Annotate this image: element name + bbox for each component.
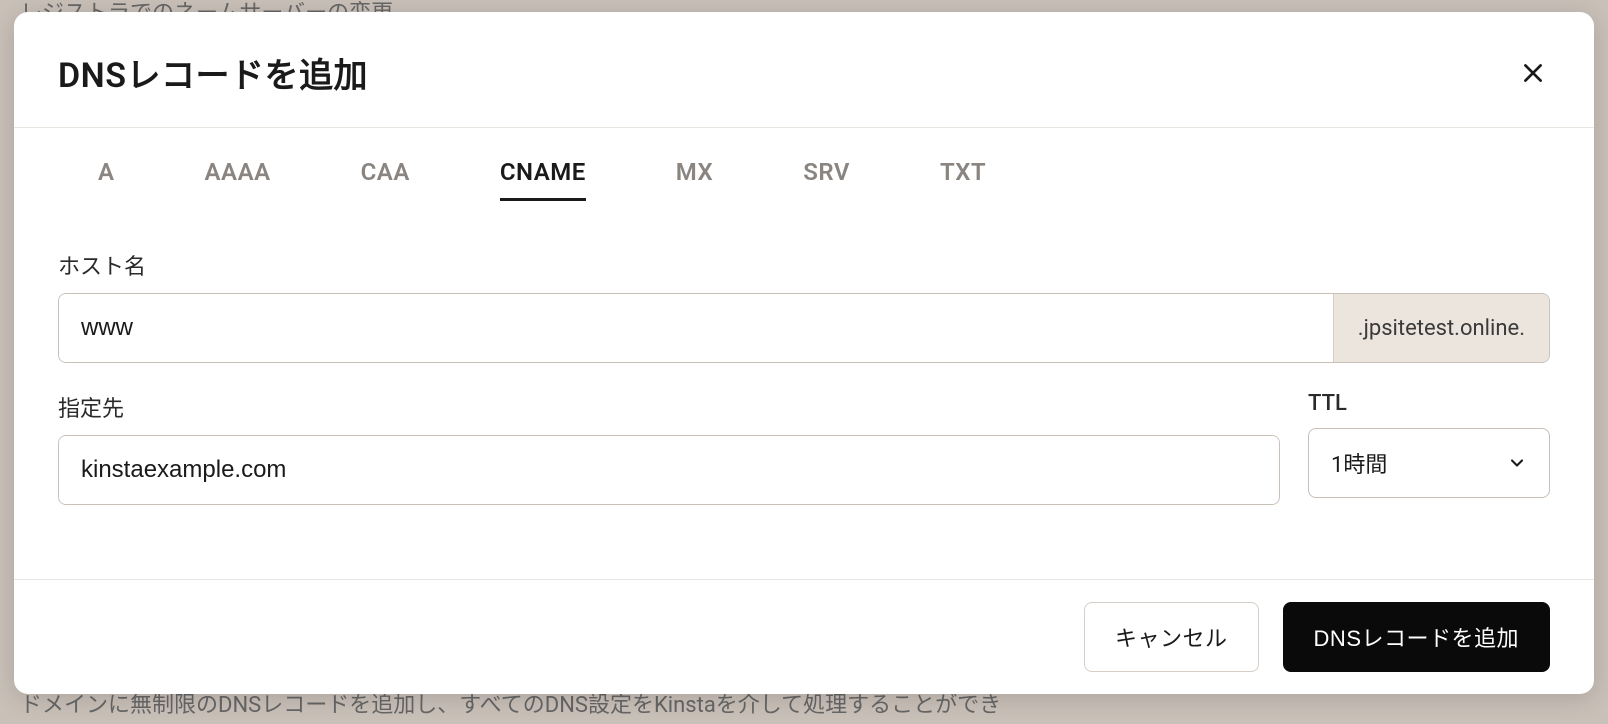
add-dns-record-modal: DNSレコードを追加 A AAAA CAA CNAME MX SRV TXT ホ… — [14, 12, 1594, 694]
ttl-label: TTL — [1308, 391, 1550, 416]
submit-button[interactable]: DNSレコードを追加 — [1283, 602, 1550, 672]
hostname-field-group: ホスト名 .jpsitetest.online. — [58, 249, 1550, 363]
hostname-input[interactable] — [59, 294, 1333, 362]
tab-mx[interactable]: MX — [676, 158, 713, 201]
hostname-input-wrap: .jpsitetest.online. — [58, 293, 1550, 363]
cancel-button[interactable]: キャンセル — [1084, 602, 1259, 672]
tab-cname[interactable]: CNAME — [500, 158, 586, 201]
target-label: 指定先 — [58, 391, 1280, 423]
ttl-select-value: 1時間 — [1331, 447, 1507, 479]
target-input[interactable] — [59, 436, 1279, 504]
modal-footer: キャンセル DNSレコードを追加 — [14, 579, 1594, 694]
tab-a[interactable]: A — [98, 158, 115, 201]
tab-caa[interactable]: CAA — [361, 158, 410, 201]
chevron-down-icon — [1507, 453, 1527, 473]
ttl-select[interactable]: 1時間 — [1308, 428, 1550, 498]
tab-txt[interactable]: TXT — [940, 158, 986, 201]
tab-srv[interactable]: SRV — [803, 158, 850, 201]
target-ttl-row: 指定先 TTL 1時間 — [58, 391, 1550, 505]
target-input-wrap — [58, 435, 1280, 505]
hostname-domain-suffix: .jpsitetest.online. — [1333, 294, 1549, 362]
hostname-label: ホスト名 — [58, 249, 1550, 281]
modal-header: DNSレコードを追加 — [14, 12, 1594, 128]
record-type-tabs: A AAAA CAA CNAME MX SRV TXT — [58, 158, 1550, 201]
close-icon — [1520, 60, 1546, 86]
modal-title: DNSレコードを追加 — [58, 48, 368, 97]
tab-aaaa[interactable]: AAAA — [205, 158, 271, 201]
ttl-field-group: TTL 1時間 — [1308, 391, 1550, 505]
modal-body: A AAAA CAA CNAME MX SRV TXT ホスト名 .jpsite… — [14, 128, 1594, 579]
close-button[interactable] — [1516, 56, 1550, 90]
target-field-group: 指定先 — [58, 391, 1280, 505]
